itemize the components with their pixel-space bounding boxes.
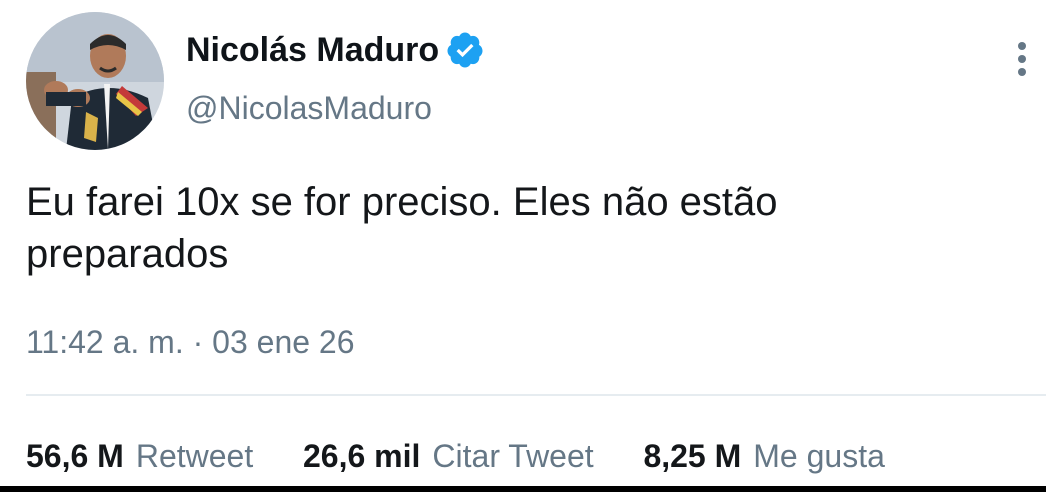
avatar[interactable] [26,12,164,150]
retweets-stat[interactable]: 56,6 M Retweet [26,438,262,474]
tweet-text: Eu farei 10x se for preciso. Eles não es… [26,176,1026,280]
likes-count: 8,25 M [643,438,742,474]
more-vertical-icon [1018,42,1026,76]
verified-badge-icon [445,30,485,70]
tweet-card: Nicolás Maduro @NicolasMaduro Eu farei 1… [0,0,1046,492]
divider [26,394,1046,396]
quotes-label: Citar Tweet [432,438,594,474]
avatar-image [26,12,164,150]
display-name[interactable]: Nicolás Maduro [186,28,485,72]
more-options-button[interactable] [1004,38,1040,80]
tweet-stats: 56,6 M Retweet 26,6 mil Citar Tweet 8,25 M… [26,434,885,478]
bottom-edge [0,486,1046,492]
retweets-label: Retweet [135,438,254,474]
tweet-text-line: preparados [26,232,229,276]
display-name-text: Nicolás Maduro [186,31,440,69]
tweet-timestamp[interactable]: 11:42 a. m. · 03 ene 26 [26,322,355,362]
likes-label: Me gusta [753,438,885,474]
likes-stat[interactable]: 8,25 M Me gusta [635,438,885,474]
quotes-stat[interactable]: 26,6 mil Citar Tweet [294,438,602,474]
handle[interactable]: @NicolasMaduro [186,88,432,128]
quotes-count: 26,6 mil [303,438,421,474]
retweets-count: 56,6 M [26,438,124,474]
tweet-text-line: Eu farei 10x se for preciso. Eles não es… [26,180,778,224]
